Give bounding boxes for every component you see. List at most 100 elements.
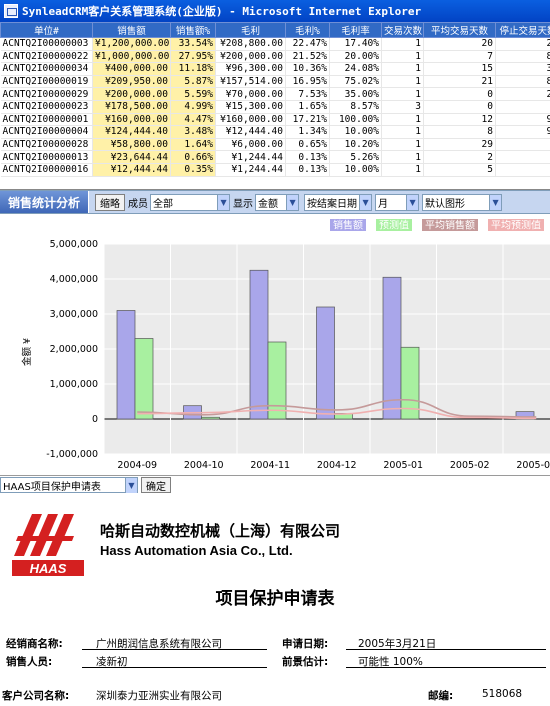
x-tick-label: 2005-03 [516, 460, 550, 471]
confirm-button[interactable]: 确定 [141, 477, 171, 493]
form-row-client: 客户公司名称: 深圳泰力亚洲实业有限公司 邮编: 518068 [0, 688, 550, 706]
column-header[interactable]: 毛利 [216, 23, 286, 38]
column-header[interactable]: 停止交易天数 [496, 23, 550, 38]
column-header[interactable]: 毛利% [286, 23, 330, 38]
table-cell: 2 [424, 151, 496, 164]
table-cell: 7 [424, 50, 496, 63]
table-row[interactable]: ACNTQ2I00000022¥1,000,000.0027.95%¥200,0… [1, 50, 550, 63]
table-cell: 16.95% [286, 75, 330, 88]
table-cell: 21.52% [286, 50, 330, 63]
table-cell: 0.35% [171, 163, 216, 176]
chevron-down-icon[interactable]: ▼ [359, 195, 371, 210]
shrink-button[interactable]: 缩略 [95, 194, 125, 211]
chart-type-select[interactable]: 默认图形 ▼ [422, 194, 502, 211]
table-cell: ¥1,244.44 [216, 151, 286, 164]
sales-label: 销售人员: [6, 654, 52, 669]
date-mode-select[interactable]: 按结案日期 ▼ [304, 194, 372, 211]
table-cell: ¥209,950.00 [93, 75, 171, 88]
member-select[interactable]: 全部 ▼ [150, 194, 230, 211]
table-row[interactable]: ACNTQ2I00000013¥23,644.440.66%¥1,244.440… [1, 151, 550, 164]
member-label: 成员 [128, 195, 148, 210]
x-tick-label: 2004-10 [184, 460, 224, 471]
table-cell: 33.54% [171, 38, 216, 51]
table-row[interactable]: ACNTQ2I00000034¥400,000.0011.18%¥96,300.… [1, 63, 550, 76]
table-cell: 88 [496, 75, 550, 88]
table-cell: 24.08% [330, 63, 382, 76]
table-cell: 23 [496, 38, 550, 51]
table-cell: ¥1,244.44 [216, 163, 286, 176]
table-cell: ¥178,500.00 [93, 100, 171, 113]
table-cell: ACNTQ2I00000023 [1, 100, 93, 113]
table-cell: 1 [382, 88, 424, 101]
window-titlebar: SynleadCRM客户关系管理系统(企业版) - Microsoft Inte… [0, 0, 550, 22]
table-cell: 35.00% [330, 88, 382, 101]
form-row-sales: 销售人员: 凌新初 前景估计: 可能性 100% [0, 654, 550, 672]
bar-sales [117, 311, 135, 420]
legend-label: 平均预测值 [491, 219, 541, 232]
column-header[interactable]: 交易次数 [382, 23, 424, 38]
date-underline [346, 649, 546, 650]
table-cell: 0.13% [286, 163, 330, 176]
table-cell: ACNTQ2I00000028 [1, 138, 93, 151]
table-row[interactable]: ACNTQ2I00000001¥160,000.004.47%¥160,000.… [1, 113, 550, 126]
form-row-dealer: 经销商名称: 广州朗润信息系统有限公司 申请日期: 2005年3月21日 [0, 636, 550, 654]
table-cell: ACNTQ2I00000003 [1, 38, 93, 51]
show-select[interactable]: 金额 ▼ [255, 194, 299, 211]
table-cell: ¥124,444.40 [93, 126, 171, 139]
table-cell: 10.36% [286, 63, 330, 76]
table-cell: 0.13% [286, 151, 330, 164]
chevron-down-icon[interactable]: ▼ [217, 195, 229, 210]
table-cell: 3 [382, 100, 424, 113]
column-header[interactable]: 毛利率 [330, 23, 382, 38]
y-tick-label: 2,000,000 [50, 344, 98, 355]
table-row[interactable]: ACNTQ2I00000003¥1,200,000.0033.54%¥208,8… [1, 38, 550, 51]
y-axis-label: 金额 ¥ [21, 338, 33, 366]
forecast-underline [346, 667, 546, 668]
table-cell: 0.65% [286, 138, 330, 151]
chevron-down-icon[interactable]: ▼ [125, 478, 137, 493]
table-cell: ACNTQ2I00000013 [1, 151, 93, 164]
column-header[interactable]: 单位# [1, 23, 93, 38]
table-cell: ACNTQ2I00000034 [1, 63, 93, 76]
table-cell: 1 [382, 126, 424, 139]
table-cell: 0 [424, 88, 496, 101]
form-template-select[interactable]: HAAS项目保护申请表 ▼ [0, 477, 138, 493]
table-cell: 17.40% [330, 38, 382, 51]
table-row[interactable]: ACNTQ2I00000028¥58,800.001.64%¥6,000.000… [1, 138, 550, 151]
table-cell: 1 [382, 75, 424, 88]
column-header[interactable]: 销售额 [93, 23, 171, 38]
date-mode-value: 按结案日期 [307, 195, 357, 210]
period-select[interactable]: 月 ▼ [375, 194, 419, 211]
table-cell: ¥58,800.00 [93, 138, 171, 151]
period-value: 月 [378, 195, 388, 210]
table-row[interactable]: ACNTQ2I00000023¥178,500.004.99%¥15,300.0… [1, 100, 550, 113]
table-cell: 20 [424, 38, 496, 51]
table-row[interactable]: ACNTQ2I00000029¥200,000.005.59%¥70,000.0… [1, 88, 550, 101]
table-cell: ¥15,300.00 [216, 100, 286, 113]
chevron-down-icon[interactable]: ▼ [286, 195, 298, 210]
table-cell: ACNTQ2I00000016 [1, 163, 93, 176]
table-cell: ¥200,000.00 [93, 88, 171, 101]
tab-sales-stats[interactable]: 销售统计分析 [0, 191, 89, 213]
table-cell: ¥70,000.00 [216, 88, 286, 101]
column-header[interactable]: 平均交易天数 [424, 23, 496, 38]
table-row[interactable]: ACNTQ2I00000004¥124,444.403.48%¥12,444.4… [1, 126, 550, 139]
table-cell: ¥400,000.00 [93, 63, 171, 76]
company-name-cn: 哈斯自动数控机械（上海）有限公司 [100, 520, 340, 541]
table-cell: 5.59% [171, 88, 216, 101]
svg-text:HAAS: HAAS [30, 561, 67, 576]
table-row[interactable]: ACNTQ2I00000016¥12,444.440.35%¥1,244.440… [1, 163, 550, 176]
column-header[interactable]: 销售额% [171, 23, 216, 38]
table-cell: 1 [382, 163, 424, 176]
chevron-down-icon[interactable]: ▼ [406, 195, 418, 210]
table-cell: 15 [424, 63, 496, 76]
table-cell: ¥1,000,000.00 [93, 50, 171, 63]
y-tick-label: 1,000,000 [50, 379, 98, 390]
y-tick-label: -1,000,000 [46, 449, 98, 460]
table-cell: ¥200,000.00 [216, 50, 286, 63]
table-cell: ¥1,200,000.00 [93, 38, 171, 51]
table-cell: 17.21% [286, 113, 330, 126]
chevron-down-icon[interactable]: ▼ [489, 195, 501, 210]
dealer-label: 经销商名称: [6, 636, 63, 651]
table-row[interactable]: ACNTQ2I00000019¥209,950.005.87%¥157,514.… [1, 75, 550, 88]
